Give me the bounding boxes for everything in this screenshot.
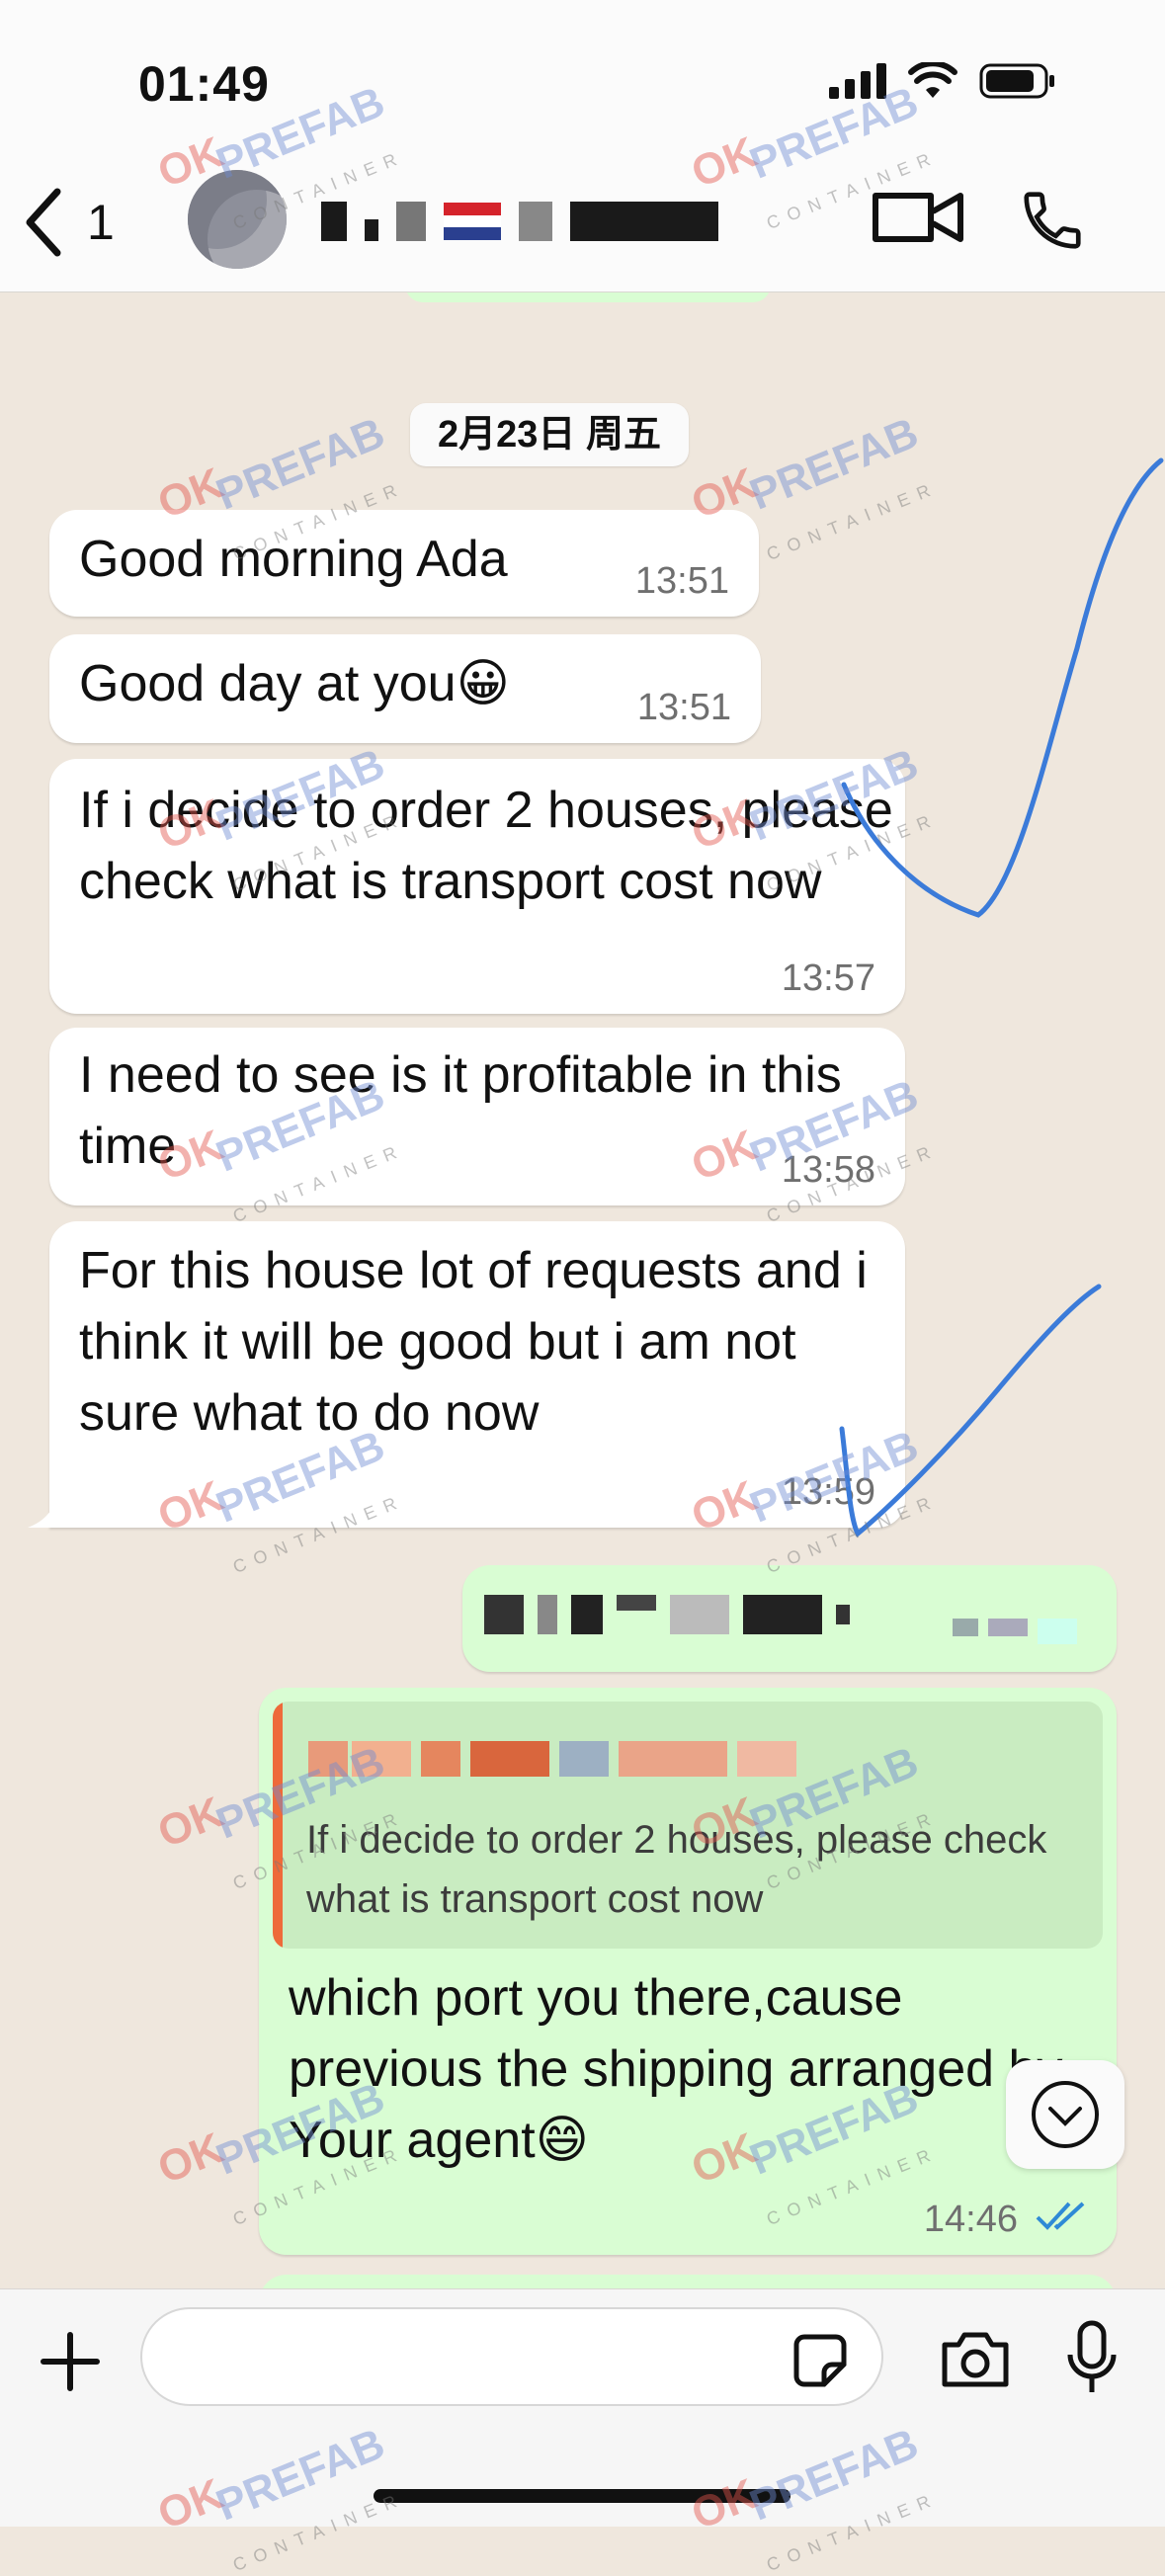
composer-bar [0, 2288, 1165, 2527]
phone-icon[interactable] [1018, 186, 1087, 255]
unread-count: 1 [87, 195, 115, 250]
croatia-flag-icon [444, 203, 501, 241]
status-bar: 01:49 [0, 0, 1165, 168]
chat-area[interactable]: 2月23日 周五 Good morning Ada 13:51 Good day… [0, 292, 1165, 2288]
microphone-icon[interactable] [1065, 2319, 1119, 2396]
chevron-left-icon [24, 188, 63, 257]
scroll-down-icon [1029, 2078, 1102, 2151]
back-button[interactable]: 1 [24, 188, 115, 257]
avatar[interactable] [188, 170, 287, 269]
battery-icon [979, 61, 1056, 101]
sticker-icon[interactable] [791, 2331, 850, 2390]
status-icons [829, 61, 1056, 101]
chat-header: 1 [0, 158, 1165, 292]
message-input[interactable] [140, 2307, 883, 2406]
camera-icon[interactable] [939, 2327, 1012, 2390]
plus-icon[interactable] [40, 2331, 101, 2392]
signal-icon [829, 63, 886, 99]
annotation-checkmarks [839, 457, 1164, 1537]
status-time: 01:49 [138, 56, 270, 112]
contact-name-redacted[interactable] [321, 196, 718, 247]
home-indicator [374, 2489, 791, 2503]
scroll-down-button[interactable] [1006, 2060, 1124, 2169]
video-call-icon[interactable] [870, 188, 968, 247]
wifi-icon [908, 62, 957, 100]
